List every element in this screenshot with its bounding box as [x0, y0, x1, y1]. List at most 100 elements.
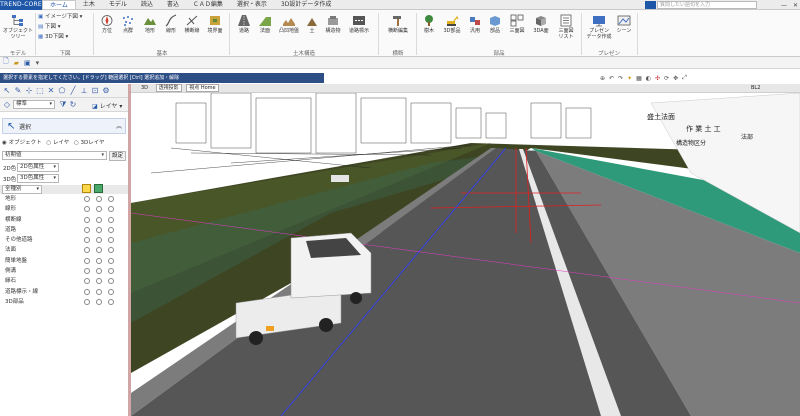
shade-icon[interactable]: ◐: [646, 75, 651, 82]
layer-visible-radio[interactable]: [84, 226, 90, 233]
tab-import[interactable]: 読込: [134, 0, 160, 9]
layer-row-road[interactable]: 道路: [0, 225, 128, 235]
tab-model[interactable]: モデル: [102, 0, 134, 9]
bulb-icon[interactable]: [82, 184, 91, 193]
layer-select-radio[interactable]: [96, 196, 102, 202]
generic-part-button[interactable]: 汎用: [466, 14, 484, 34]
tab-home[interactable]: ホーム: [42, 0, 76, 9]
alignment-button[interactable]: 線形: [162, 14, 180, 34]
layer-select-radio[interactable]: [96, 247, 102, 254]
three-view-button[interactable]: 三面図: [506, 14, 528, 34]
cross-select-icon[interactable]: ✕: [46, 86, 56, 96]
layer-lock-radio[interactable]: [108, 257, 114, 264]
earth-button[interactable]: 土: [304, 14, 320, 34]
object-tree-button[interactable]: オブジェクト ツリー: [3, 14, 33, 40]
undo-icon[interactable]: ↶: [609, 75, 614, 82]
3d-viewport[interactable]: 盛土法面 作 業 土 工 構造物区分 法部: [131, 93, 800, 416]
cross-section-edit-button[interactable]: 横断編集: [383, 14, 413, 34]
layer-lock-radio[interactable]: [108, 216, 114, 223]
azimuth-button[interactable]: 方位: [98, 14, 116, 34]
rotate-icon[interactable]: ⟳: [664, 75, 669, 82]
image-underlay-button[interactable]: ▣ イメージ下図 ▾: [38, 13, 82, 21]
layer-row-cross-section[interactable]: 横断線: [0, 215, 128, 225]
line-select-icon[interactable]: ╱: [68, 86, 78, 96]
layer-row-terrain[interactable]: 地形: [0, 194, 128, 204]
layer-lock-radio[interactable]: [108, 278, 114, 285]
snap-icon[interactable]: ⊡: [90, 86, 100, 96]
road-marking-button[interactable]: 道路標示: [346, 14, 372, 34]
layer-visible-radio[interactable]: [84, 278, 90, 285]
terrain-button[interactable]: 地形: [140, 14, 160, 34]
layer-visible-radio[interactable]: [84, 288, 90, 295]
layer-lock-radio[interactable]: [108, 226, 114, 233]
layer-visible-radio[interactable]: [84, 206, 90, 213]
light-icon[interactable]: ✦: [627, 75, 632, 82]
scene-button[interactable]: シーン: [614, 14, 634, 34]
layer-visible-radio[interactable]: [84, 257, 90, 264]
settings-gear-icon[interactable]: ⚙: [101, 86, 111, 96]
layer-mode-icon[interactable]: ◇: [2, 100, 12, 110]
layer-lock-radio[interactable]: [108, 206, 114, 213]
layer-visible-radio[interactable]: [84, 237, 90, 244]
layer-select-radio[interactable]: [96, 278, 102, 285]
point-cloud-button[interactable]: 点群: [118, 14, 138, 34]
3da-view-button[interactable]: 3DA面: [530, 14, 552, 34]
filter-icon[interactable]: ⧩: [58, 100, 68, 110]
tab-select-view[interactable]: 選択・表示: [230, 0, 274, 9]
color-3d-select[interactable]: 3D色属性: [17, 174, 59, 183]
redo-icon[interactable]: ↷: [618, 75, 623, 82]
refresh-icon[interactable]: ↻: [68, 100, 78, 110]
layer-row-simple-ground[interactable]: 簡単地盤: [0, 256, 128, 266]
layer-row-alignment[interactable]: 線形: [0, 204, 128, 214]
structure-button[interactable]: 構造物: [322, 14, 344, 34]
layer-row-road-marking[interactable]: 道路標示・線: [0, 287, 128, 297]
palette-icon[interactable]: [94, 184, 103, 193]
save-icon[interactable]: ▣: [24, 59, 31, 67]
layer-row-gutter[interactable]: 側溝: [0, 266, 128, 276]
tree-part-button[interactable]: 樹木: [420, 14, 438, 34]
3d-part-button[interactable]: 3D部品: [440, 14, 464, 34]
layer-visible-radio[interactable]: [84, 196, 90, 202]
boundary-surface-button[interactable]: 境界面: [204, 14, 226, 34]
layer-row-curb[interactable]: 縁石: [0, 276, 128, 286]
layer-lock-radio[interactable]: [108, 237, 114, 244]
underlay-button[interactable]: ▤ 下図 ▾: [38, 23, 60, 31]
layer-select-radio[interactable]: [96, 257, 102, 264]
part-button[interactable]: 部品: [486, 14, 504, 34]
layer-visible-radio[interactable]: [84, 268, 90, 275]
layer-lock-radio[interactable]: [108, 247, 114, 254]
measure-icon[interactable]: ⟂: [79, 86, 89, 96]
close-icon[interactable]: ✕: [793, 2, 798, 9]
layer-button[interactable]: ◪ レイヤ ▾: [92, 101, 122, 110]
road-button[interactable]: 道路: [234, 14, 254, 34]
layer-lock-radio[interactable]: [108, 298, 114, 305]
layer-lock-radio[interactable]: [108, 196, 114, 202]
layer-filter-select[interactable]: 全種別: [2, 185, 42, 194]
color-2d-select[interactable]: 2D色属性: [17, 163, 59, 172]
pan-icon[interactable]: ✥: [673, 75, 678, 82]
tab-civil[interactable]: 土木: [76, 0, 102, 9]
pencil-icon[interactable]: ✎: [13, 86, 23, 96]
layer-lock-radio[interactable]: [108, 288, 114, 295]
collapse-icon[interactable]: ︽: [116, 121, 122, 130]
radio-object[interactable]: ◉ オブジェクト: [2, 140, 42, 146]
layer-select-radio[interactable]: [96, 288, 102, 295]
preset-select[interactable]: 初期値: [2, 151, 107, 160]
move-icon[interactable]: ✣: [655, 75, 660, 82]
help-search-input[interactable]: 質問したい語句を入力: [657, 1, 757, 9]
select-arrow-icon[interactable]: ↖: [2, 86, 12, 96]
layer-row-3d-parts[interactable]: 3D部品: [0, 297, 128, 307]
tab-cad-edit[interactable]: ＣＡＤ編集: [186, 0, 230, 9]
layer-select-radio[interactable]: [96, 298, 102, 305]
radio-3d-layer[interactable]: ○ 3Dレイヤ: [74, 140, 105, 146]
fence-select-icon[interactable]: ⬠: [57, 86, 67, 96]
home-view-button[interactable]: 視点 Home: [186, 84, 219, 92]
underlay-3d-button[interactable]: ▦ 3D下図 ▾: [38, 33, 68, 41]
pick-icon[interactable]: ⊹: [24, 86, 34, 96]
radio-layer[interactable]: ○ レイヤ: [46, 140, 69, 146]
selection-header[interactable]: ↖ 選択 ︽: [2, 118, 126, 134]
slope-button[interactable]: 法面: [256, 14, 274, 34]
layer-select-radio[interactable]: [96, 237, 102, 244]
mode-select[interactable]: 標準: [13, 100, 55, 109]
layer-row-slope[interactable]: 法面: [0, 245, 128, 255]
